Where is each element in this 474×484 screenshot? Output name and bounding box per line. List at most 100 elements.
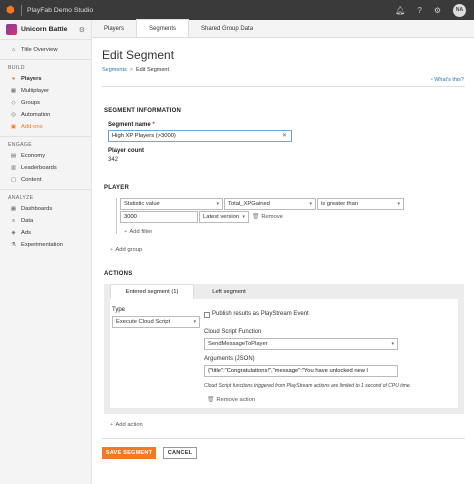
players-icon: ● (11, 76, 16, 82)
sidebar-item-ads[interactable]: ◈ Ads (0, 227, 91, 239)
function-label: Cloud Script Function (204, 329, 262, 335)
sidebar-item-add-ons[interactable]: ▣ Add-ons (0, 121, 91, 133)
filter-operator-select[interactable]: is greater than ▾ (317, 198, 404, 210)
app-title[interactable]: PlayFab Demo Studio (27, 7, 93, 14)
remove-filter-label: Remove (261, 214, 283, 220)
breadcrumb-current: Edit Segment (135, 67, 170, 73)
sidebar-item-automation[interactable]: ◎ Automation (0, 109, 91, 121)
save-segment-button[interactable]: SAVE SEGMENT (102, 447, 156, 459)
tab-segments[interactable]: Segments (136, 19, 190, 37)
breadcrumb: Segments > Edit Segment (102, 67, 169, 73)
sidebar-item-label: Automation (21, 112, 51, 118)
sidebar-item-groups[interactable]: ◇ Groups (0, 97, 91, 109)
sidebar: Unicorn Battle ⚙ ⌂ Title Overview BUILD … (0, 20, 92, 484)
remove-filter-button[interactable]: 🗑︎ Remove (252, 214, 283, 220)
segment-name-value: High XP Players (>3000) (112, 133, 176, 139)
filter-group-bracket (116, 198, 117, 234)
sidebar-item-leaderboards[interactable]: ▥ Leaderboards (0, 162, 91, 174)
plus-icon: + (110, 422, 114, 428)
divider (21, 4, 22, 16)
sidebar-item-label: Players (21, 76, 42, 82)
sidebar-item-dashboards[interactable]: ▦ Dashboards (0, 203, 91, 215)
publish-checkbox[interactable] (204, 312, 210, 318)
add-action-button[interactable]: + Add action (110, 422, 143, 428)
sidebar-heading-engage: ENGAGE (8, 142, 32, 148)
tab-shared-group-data[interactable]: Shared Group Data (189, 20, 265, 37)
function-select[interactable]: SendMessageToPlayer ▾ (204, 338, 398, 350)
remove-action-button[interactable]: 🗑︎ Remove action (207, 397, 255, 403)
chevron-down-icon: ▾ (216, 201, 219, 207)
add-ons-icon: ▣ (10, 124, 17, 130)
experimentation-icon: ⚗ (11, 242, 16, 248)
sidebar-item-label: Data (21, 218, 34, 224)
main-content: Edit Segment Segments > Edit Segment ▫︎ Wh… (92, 38, 474, 484)
add-group-label: Add group (115, 247, 143, 253)
filter-version-value: Latest version (203, 214, 240, 220)
add-group-button[interactable]: + Add group (110, 247, 142, 253)
question-icon[interactable]: ? (417, 6, 421, 15)
add-filter-label: Add filter (129, 229, 153, 235)
actions-panel: Entered segment (1) Left segment Type Ex… (104, 284, 464, 414)
breadcrumb-segments-link[interactable]: Segments (102, 67, 127, 73)
tab-players[interactable]: Players (92, 20, 136, 37)
required-mark: * (152, 122, 155, 128)
action-body: Type Execute Cloud Script ▾ Publish resul… (110, 299, 458, 408)
home-icon: ⌂ (11, 47, 16, 53)
divider (102, 86, 465, 87)
divider (102, 438, 465, 439)
sidebar-item-economy[interactable]: ▤ Economy (0, 150, 91, 162)
sidebar-item-label: Multiplayer (21, 88, 50, 94)
filter-field-value: Statistic value (124, 201, 160, 207)
title-name: Unicorn Battle (21, 26, 68, 33)
filter-field-select[interactable]: Statistic value ▾ (120, 198, 223, 210)
automation-icon: ◎ (11, 112, 16, 118)
title-switcher[interactable]: Unicorn Battle ⚙ (0, 20, 91, 40)
filter-statistic-select[interactable]: Total_XPGained ▾ (224, 198, 316, 210)
arguments-label: Arguments (JSON) (204, 356, 255, 362)
whats-this-link[interactable]: ▫︎ What's this? (431, 77, 464, 83)
tab-entered-segment[interactable]: Entered segment (1) (110, 284, 194, 299)
whats-this-label: What's this? (434, 77, 464, 83)
content-icon: ▢ (10, 177, 17, 183)
bell-icon[interactable]: 🔔︎ (395, 6, 405, 15)
plus-icon: + (124, 229, 128, 235)
sidebar-item-multiplayer[interactable]: ▦ Multiplayer (0, 85, 91, 97)
tab-bar: Players Segments Shared Group Data (92, 19, 474, 38)
sidebar-item-label: Dashboards (21, 206, 53, 212)
publish-label: Publish results as PlayStream Event (212, 311, 309, 317)
page-title: Edit Segment (102, 48, 175, 62)
section-heading-player: PLAYER (104, 185, 129, 191)
action-type-select[interactable]: Execute Cloud Script ▾ (112, 316, 200, 328)
filter-value-input[interactable]: 3000 (120, 211, 198, 223)
gear-icon[interactable]: ⚙ (434, 6, 441, 15)
economy-icon: ▤ (10, 153, 17, 159)
action-type-value: Execute Cloud Script (116, 319, 171, 325)
sidebar-item-players[interactable]: ● Players (0, 73, 91, 85)
plus-icon: + (110, 247, 114, 253)
gear-icon[interactable]: ⚙ (79, 26, 85, 34)
tab-left-segment[interactable]: Left segment (194, 284, 264, 299)
cancel-button[interactable]: CANCEL (163, 447, 197, 459)
breadcrumb-separator: > (129, 67, 133, 73)
sidebar-item-data[interactable]: ≡ Data (0, 215, 91, 227)
arguments-input[interactable]: {"title":"Congratulations!","message":"Y… (204, 365, 398, 377)
segment-name-input[interactable]: High XP Players (>3000) ✕ (108, 130, 292, 142)
filter-version-select[interactable]: Latest version ▾ (199, 211, 249, 223)
chevron-down-icon: ▾ (309, 201, 312, 207)
sidebar-item-title-overview[interactable]: ⌂ Title Overview (0, 44, 91, 56)
section-heading-actions: ACTIONS (104, 271, 133, 277)
add-filter-button[interactable]: + Add filter (124, 229, 152, 235)
filter-statistic-value: Total_XPGained (228, 201, 270, 207)
chevron-down-icon: ▾ (391, 341, 394, 347)
clear-icon[interactable]: ✕ (282, 132, 287, 139)
sidebar-item-label: Title Overview (21, 47, 58, 53)
sidebar-item-experimentation[interactable]: ⚗ Experimentation (0, 239, 91, 251)
avatar[interactable]: NA (453, 3, 466, 17)
type-label: Type (112, 307, 126, 313)
cpu-limit-note: Cloud Script functions triggered from Pl… (204, 383, 412, 389)
sidebar-item-content[interactable]: ▢ Content (0, 174, 91, 186)
player-count-label: Player count (108, 148, 145, 154)
ads-icon: ◈ (11, 230, 16, 236)
multiplayer-icon: ▦ (10, 88, 17, 94)
sidebar-item-label: Content (21, 177, 42, 183)
